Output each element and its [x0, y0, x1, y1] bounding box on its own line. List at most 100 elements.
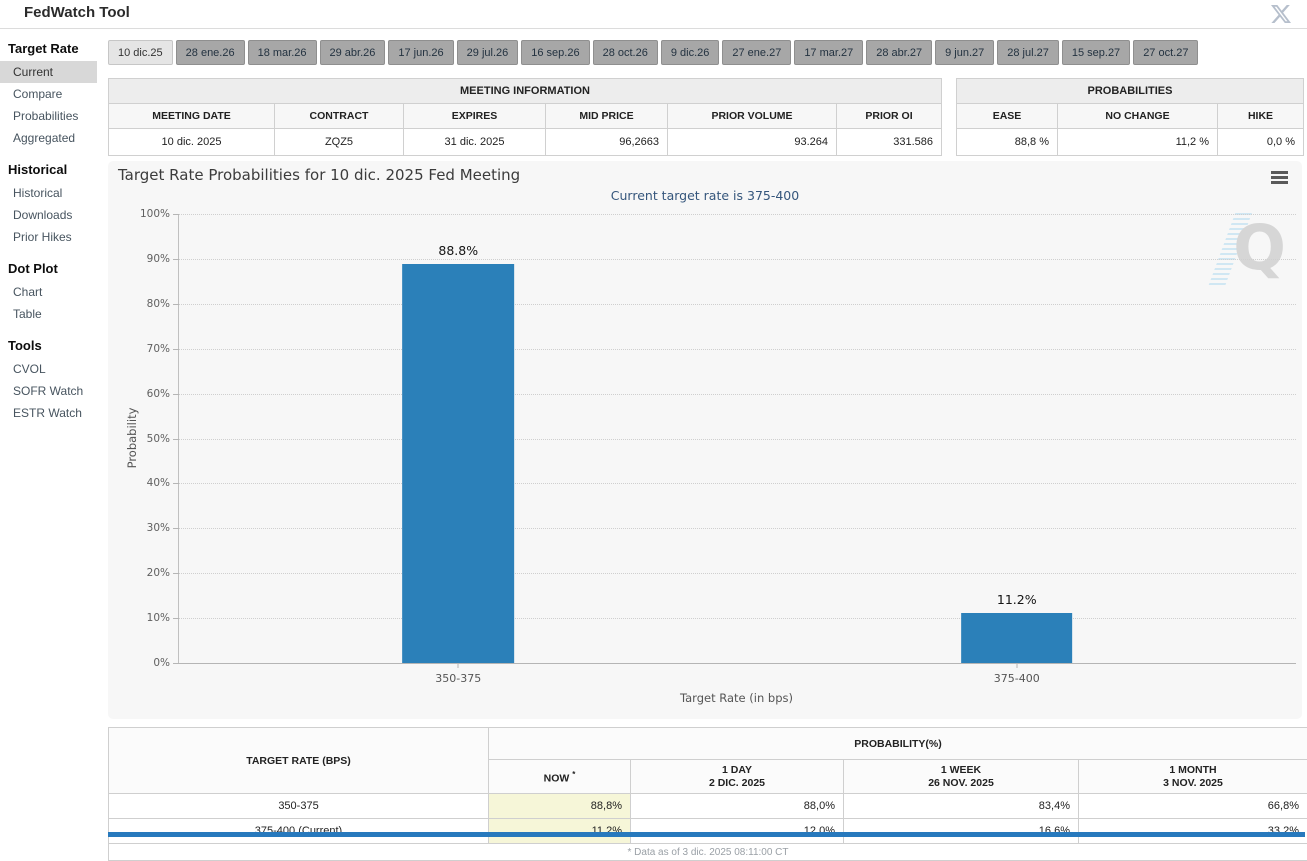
y-axis-label: 10%	[147, 612, 170, 624]
meeting-tab-27-oct-27[interactable]: 27 oct.27	[1133, 40, 1198, 65]
week-probability-cell: 16,6%	[844, 819, 1079, 844]
probabilities-table: PROBABILITIES EASE NO CHANGE HIKE 88,8 %…	[956, 78, 1304, 156]
y-gridline	[179, 439, 1296, 440]
sidebar-item-table[interactable]: Table	[0, 303, 97, 325]
y-axis-title: Probability	[125, 378, 139, 498]
chart-title: Target Rate Probabilities for 10 dic. 20…	[118, 166, 520, 184]
meeting-tab-9-dic-26[interactable]: 9 dic.26	[661, 40, 720, 65]
sidebar-item-probabilities[interactable]: Probabilities	[0, 105, 97, 127]
meeting-tab-28-oct-26[interactable]: 28 oct.26	[593, 40, 658, 65]
y-axis-label: 40%	[147, 477, 170, 489]
now-asterisk: *	[572, 770, 575, 779]
meeting-tab-27-ene-27[interactable]: 27 ene.27	[722, 40, 791, 65]
chart-export-menu-icon[interactable]	[1271, 171, 1288, 184]
x-category-label: 375-400	[994, 672, 1040, 685]
prior-volume-value: 93.264	[668, 129, 837, 156]
sidebar-heading-dot-plot: Dot Plot	[0, 248, 108, 281]
y-gridline	[179, 259, 1296, 260]
y-gridline	[179, 214, 1296, 215]
bar-value-label: 11.2%	[997, 592, 1037, 607]
meeting-date-tabs: 10 dic.2528 ene.2618 mar.2629 abr.2617 j…	[108, 40, 1307, 65]
sidebar-heading-tools: Tools	[0, 325, 108, 358]
sidebar-item-aggregated[interactable]: Aggregated	[0, 127, 97, 149]
col-header-target-rate-bps: TARGET RATE (BPS)	[109, 728, 489, 794]
chart-plot-area: 0%10%20%30%40%50%60%70%80%90%100%88.8%35…	[178, 214, 1296, 664]
meeting-tab-29-jul-26[interactable]: 29 jul.26	[457, 40, 519, 65]
y-axis-label: 70%	[147, 343, 170, 355]
no-change-value: 11,2 %	[1058, 129, 1218, 156]
prior-oi-value: 331.586	[837, 129, 942, 156]
x-category-label: 350-375	[435, 672, 481, 685]
y-gridline	[179, 573, 1296, 574]
y-gridline	[179, 618, 1296, 619]
col-header-mid-price: MID PRICE	[546, 104, 668, 129]
meeting-tab-17-mar-27[interactable]: 17 mar.27	[794, 40, 863, 65]
y-axis-tick	[173, 663, 179, 664]
sidebar-item-historical[interactable]: Historical	[0, 182, 97, 204]
probability-bar-350-375[interactable]	[402, 264, 514, 663]
meeting-tab-28-jul-27[interactable]: 28 jul.27	[997, 40, 1059, 65]
rate-range-cell: 350-375	[109, 794, 489, 819]
col-header-1-day: 1 DAY2 DIC. 2025	[631, 760, 844, 794]
col-header-prior-volume: PRIOR VOLUME	[668, 104, 837, 129]
meeting-tab-17-jun-26[interactable]: 17 jun.26	[388, 40, 453, 65]
y-axis-label: 30%	[147, 522, 170, 534]
ease-value: 88,8 %	[957, 129, 1058, 156]
meeting-information-table: MEETING INFORMATION MEETING DATE CONTRAC…	[108, 78, 942, 156]
y-gridline	[179, 528, 1296, 529]
day-probability-cell: 12,0%	[631, 819, 844, 844]
expires-value: 31 dic. 2025	[404, 129, 546, 156]
month-probability-cell: 66,8%	[1079, 794, 1307, 819]
x-social-icon[interactable]	[1271, 4, 1291, 24]
table-row: 350-375 88,8% 88,0% 83,4% 66,8%	[109, 794, 1307, 819]
rate-range-cell: 375-400 (Current)	[109, 819, 489, 844]
table-row: 375-400 (Current) 11,2% 12,0% 16,6% 33,2…	[109, 819, 1307, 844]
sidebar-item-prior-hikes[interactable]: Prior Hikes	[0, 226, 97, 248]
x-axis-tick	[1016, 663, 1017, 668]
day-probability-cell: 88,0%	[631, 794, 844, 819]
sidebar-item-sofr-watch[interactable]: SOFR Watch	[0, 380, 97, 402]
meeting-tab-28-abr-27[interactable]: 28 abr.27	[866, 40, 932, 65]
y-axis-label: 80%	[147, 298, 170, 310]
bar-value-label: 88.8%	[438, 243, 478, 258]
col-header-ease: EASE	[957, 104, 1058, 129]
y-axis-label: 90%	[147, 253, 170, 265]
sidebar-item-current[interactable]: Current	[0, 61, 97, 83]
y-axis-label: 50%	[147, 433, 170, 445]
y-axis-tick	[173, 439, 179, 440]
sidebar-item-estr-watch[interactable]: ESTR Watch	[0, 402, 97, 424]
now-probability-cell: 88,8%	[489, 794, 631, 819]
col-header-contract: CONTRACT	[275, 104, 404, 129]
y-axis-tick	[173, 259, 179, 260]
app-header: FedWatch Tool	[0, 0, 1307, 29]
meeting-info-caption: MEETING INFORMATION	[109, 79, 942, 104]
col-header-prior-oi: PRIOR OI	[837, 104, 942, 129]
meeting-tab-16-sep-26[interactable]: 16 sep.26	[521, 40, 589, 65]
probability-bar-375-400[interactable]	[961, 613, 1073, 663]
y-axis-tick	[173, 618, 179, 619]
data-as-of-footnote: * Data as of 3 dic. 2025 08:11:00 CT	[109, 844, 1307, 861]
now-probability-cell: 11,2%	[489, 819, 631, 844]
meeting-tab-18-mar-26[interactable]: 18 mar.26	[248, 40, 317, 65]
sidebar-item-chart[interactable]: Chart	[0, 281, 97, 303]
meeting-tab-29-abr-26[interactable]: 29 abr.26	[320, 40, 386, 65]
sidebar-heading-historical: Historical	[0, 149, 108, 182]
meeting-tab-15-sep-27[interactable]: 15 sep.27	[1062, 40, 1130, 65]
y-gridline	[179, 483, 1296, 484]
x-axis-title: Target Rate (in bps)	[178, 691, 1295, 705]
y-gridline	[179, 394, 1296, 395]
y-gridline	[179, 349, 1296, 350]
sidebar-item-cvol[interactable]: CVOL	[0, 358, 97, 380]
sidebar-item-compare[interactable]: Compare	[0, 83, 97, 105]
y-axis-label: 60%	[147, 388, 170, 400]
col-group-probability: PROBABILITY(%)	[489, 728, 1307, 760]
col-header-now: NOW *	[489, 760, 631, 794]
meeting-tab-10-dic-25[interactable]: 10 dic.25	[108, 40, 173, 65]
meeting-tab-9-jun-27[interactable]: 9 jun.27	[935, 40, 994, 65]
meeting-tab-28-ene-26[interactable]: 28 ene.26	[176, 40, 245, 65]
sidebar-item-downloads[interactable]: Downloads	[0, 204, 97, 226]
col-header-1-month: 1 MONTH3 NOV. 2025	[1079, 760, 1307, 794]
contract-value: ZQZ5	[275, 129, 404, 156]
meeting-date-value: 10 dic. 2025	[109, 129, 275, 156]
sidebar-nav: Target RateCurrentCompareProbabilitiesAg…	[0, 28, 108, 424]
